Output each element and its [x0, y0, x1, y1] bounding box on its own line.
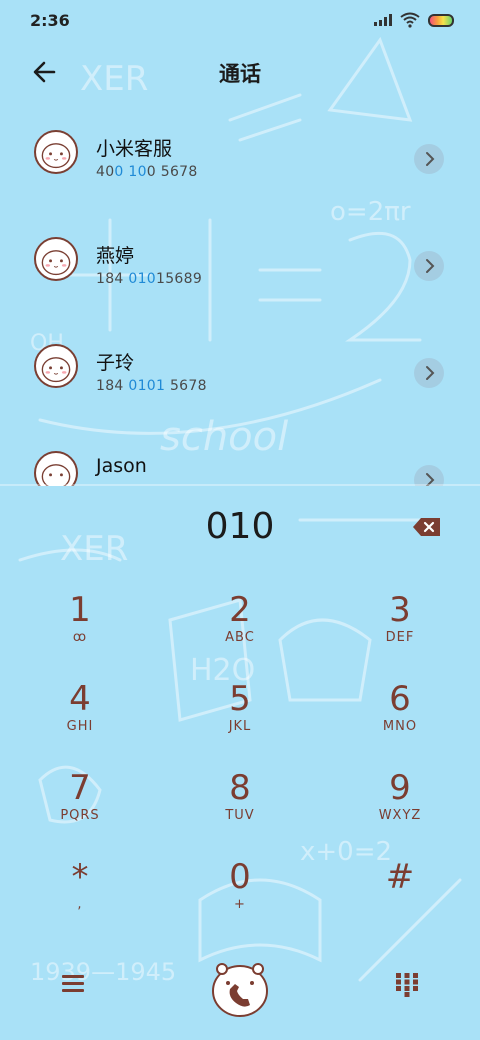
chevron-right-icon[interactable]	[414, 144, 444, 174]
contact-item[interactable]: 燕婷 184 01015689	[0, 217, 480, 317]
key-2[interactable]: 2 ABC	[180, 590, 300, 670]
phone-call-icon[interactable]	[208, 953, 272, 1019]
voicemail-icon: ꝏ	[72, 630, 88, 645]
battery-icon	[428, 13, 454, 27]
dialpad-grid-icon[interactable]	[396, 973, 418, 997]
keypad: 1ꝏ 2 ABC 3 DEF 4 GHI 5 JKL 6 MNO 7 PQRS 8 TUV 9…	[0, 590, 480, 920]
key-1[interactable]: 1ꝏ	[20, 590, 140, 670]
contact-name: 燕婷	[96, 245, 135, 267]
avatar	[34, 130, 78, 174]
contact-number: 400 100 5678	[96, 164, 198, 180]
entered-number: 010	[205, 506, 275, 547]
divider	[0, 484, 480, 486]
status-time: 2:36	[30, 11, 70, 30]
contact-number: 184 0101 5678	[96, 378, 207, 394]
dial-display: 010	[0, 500, 480, 556]
hamburger-menu-icon[interactable]	[62, 975, 84, 995]
key-star[interactable]: *,	[20, 857, 140, 937]
contact-name: 小米客服	[96, 138, 173, 160]
key-7[interactable]: 7 PQRS	[20, 768, 140, 848]
key-6[interactable]: 6 MNO	[340, 679, 460, 759]
key-4[interactable]: 4 GHI	[20, 679, 140, 759]
contact-item[interactable]: 子玲 184 0101 5678	[0, 324, 480, 424]
key-hash[interactable]: #	[340, 857, 460, 937]
key-8[interactable]: 8 TUV	[180, 768, 300, 848]
header: 通话	[0, 48, 480, 96]
contact-name: Jason	[96, 455, 147, 477]
status-icons	[374, 12, 454, 28]
contact-list: 小米客服 400 100 5678 燕婷 184 01015689 子玲 184…	[0, 110, 480, 486]
backspace-icon[interactable]	[412, 516, 442, 538]
contact-name: 子玲	[96, 352, 135, 374]
key-3[interactable]: 3 DEF	[340, 590, 460, 670]
key-9[interactable]: 9 WXYZ	[340, 768, 460, 848]
status-bar: 2:36	[0, 0, 480, 40]
avatar	[34, 237, 78, 281]
chevron-right-icon[interactable]	[414, 251, 444, 281]
key-5[interactable]: 5 JKL	[180, 679, 300, 759]
page-title: 通话	[219, 62, 261, 86]
avatar	[34, 344, 78, 388]
contact-item[interactable]: Jason	[0, 431, 480, 486]
contact-item[interactable]: 小米客服 400 100 5678	[0, 110, 480, 210]
wifi-icon	[400, 12, 420, 28]
chevron-right-icon[interactable]	[414, 465, 444, 486]
avatar	[34, 451, 78, 486]
contact-number: 184 01015689	[96, 271, 203, 287]
bottom-bar	[0, 945, 480, 1025]
signal-icon	[374, 14, 392, 26]
key-0[interactable]: 0 +	[180, 857, 300, 937]
chevron-right-icon[interactable]	[414, 358, 444, 388]
